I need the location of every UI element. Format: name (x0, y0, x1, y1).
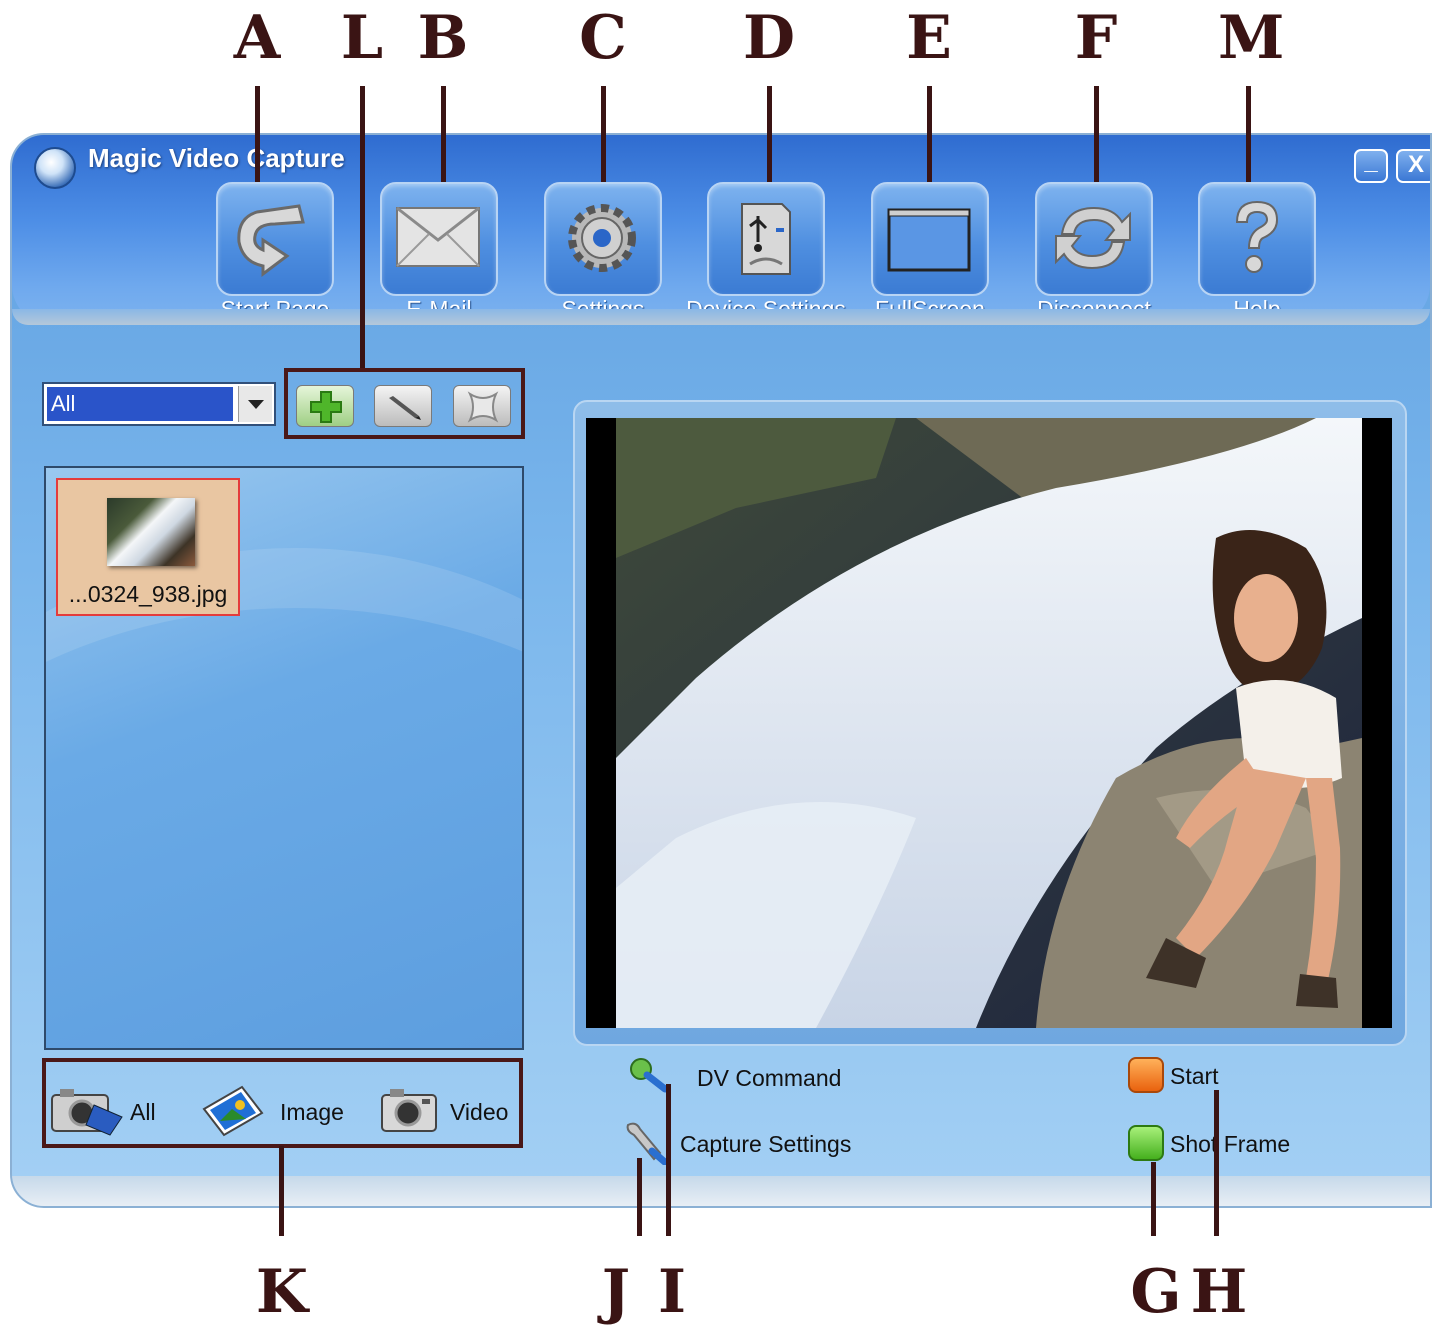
help-label: Help (1233, 296, 1281, 322)
gear-icon (568, 204, 636, 272)
leader-l (360, 86, 365, 370)
envelope-icon (396, 206, 480, 267)
callout-f: F (1074, 3, 1118, 73)
leader-f (1094, 86, 1099, 182)
fullscreen-icon (887, 208, 971, 272)
leader-j (637, 1158, 642, 1236)
minimize-button[interactable]: _ (1354, 149, 1388, 183)
shot-frame-button[interactable]: Shot Frame (1128, 1125, 1328, 1165)
start-button[interactable]: Start (1128, 1057, 1258, 1097)
chevron-down-icon[interactable] (238, 386, 272, 422)
start-page-label: Start Page (220, 296, 330, 322)
highlight-box-l (284, 368, 525, 439)
capture-settings-label: Capture Settings (680, 1131, 852, 1157)
app-window: Magic Video Capture _ X Start Page E-Mai… (10, 133, 1432, 1208)
title-bar: Magic Video Capture _ X Start Page E-Mai… (12, 135, 1430, 325)
leader-d (767, 86, 772, 182)
leader-a (255, 86, 260, 182)
refresh-icon (1055, 206, 1131, 270)
callout-b: B (417, 3, 469, 73)
disconnect-button[interactable]: Disconnect (1033, 182, 1155, 322)
callout-a: A (233, 3, 281, 73)
callout-i: I (657, 1257, 687, 1327)
start-page-arrow-icon (237, 204, 305, 277)
question-icon (1235, 200, 1279, 273)
disconnect-label: Disconnect (1037, 296, 1151, 322)
callout-j: J (601, 1257, 631, 1327)
callout-e: E (906, 3, 952, 73)
help-button[interactable]: Help (1196, 182, 1318, 322)
callout-g: G (1130, 1257, 1182, 1327)
settings-button[interactable]: Settings (542, 182, 664, 322)
leader-b (441, 86, 446, 182)
close-button[interactable]: X (1396, 149, 1430, 183)
email-label: E-Mail (406, 296, 472, 322)
callout-h: H (1190, 1257, 1248, 1327)
fullscreen-button[interactable]: FullScreen (869, 182, 991, 322)
app-logo-icon (34, 147, 76, 189)
leader-i (666, 1084, 671, 1236)
leader-g (1151, 1162, 1156, 1236)
start-label: Start (1170, 1063, 1219, 1089)
callout-l: L (340, 3, 384, 73)
leader-e (927, 86, 932, 182)
callout-c: C (579, 3, 627, 73)
dv-command-label: DV Command (697, 1065, 842, 1091)
leader-k (279, 1146, 284, 1236)
start-page-button[interactable]: Start Page (214, 182, 336, 322)
leader-c (601, 86, 606, 182)
callout-d: D (742, 3, 796, 73)
category-filter-select[interactable]: All (42, 382, 276, 426)
callout-k: K (255, 1257, 309, 1327)
device-settings-button[interactable]: Device Settings (686, 182, 846, 322)
video-preview[interactable] (586, 418, 1392, 1028)
start-button-icon (1128, 1057, 1164, 1093)
shot-frame-button-icon (1128, 1125, 1164, 1161)
thumbnail-image (107, 498, 195, 566)
file-list[interactable]: ...0324_938.jpg (44, 466, 524, 1050)
fullscreen-label: FullScreen (875, 296, 985, 322)
capture-settings-link[interactable]: Capture Settings (622, 1119, 872, 1165)
dv-command-icon (630, 1058, 669, 1093)
filter-value: All (47, 387, 233, 421)
device-settings-label: Device Settings (686, 296, 846, 322)
highlight-box-k (42, 1058, 523, 1148)
leader-h (1214, 1090, 1219, 1236)
window-title: Magic Video Capture (88, 143, 345, 173)
waterfall-scene-image (616, 418, 1362, 1028)
dv-command-link[interactable]: DV Command (627, 1055, 867, 1099)
file-name: ...0324_938.jpg (68, 581, 228, 607)
leader-m (1246, 86, 1251, 182)
file-thumbnail-item[interactable]: ...0324_938.jpg (56, 478, 240, 616)
usb-device-icon (741, 203, 791, 275)
settings-label: Settings (561, 296, 645, 322)
email-button[interactable]: E-Mail (378, 182, 500, 322)
shot-frame-label: Shot Frame (1170, 1131, 1291, 1157)
callout-m: M (1218, 3, 1285, 73)
wrench-icon (626, 1122, 670, 1165)
